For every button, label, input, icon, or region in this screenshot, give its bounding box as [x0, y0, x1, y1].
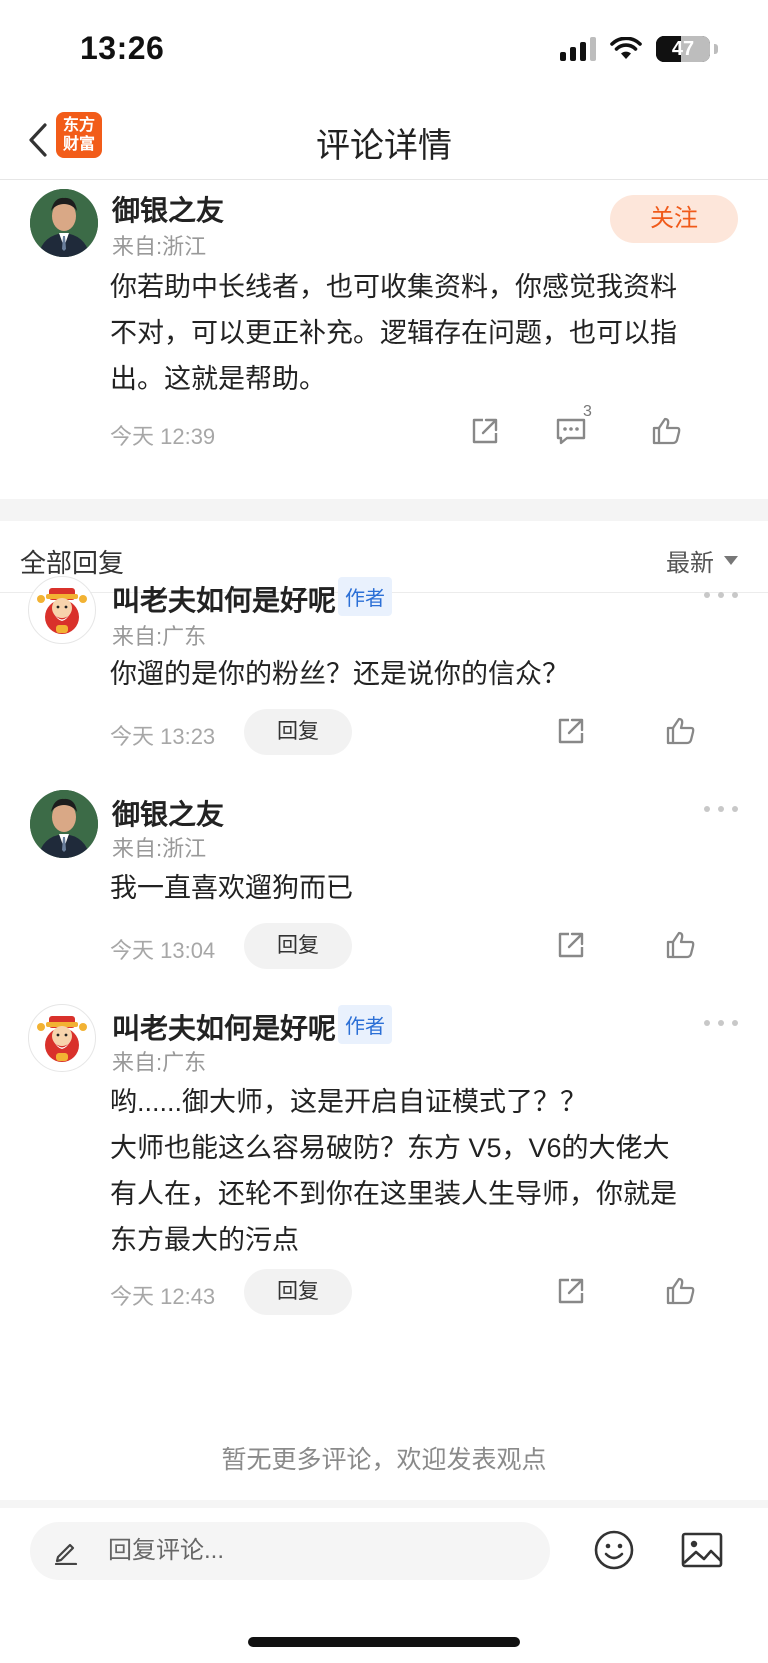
reply-line: 我一直喜欢遛狗而已: [110, 873, 353, 903]
reply-button[interactable]: 回复: [244, 1269, 352, 1315]
image-button[interactable]: [680, 1530, 724, 1570]
reply-line: 有人在，还轮不到你在这里装人生导师，你就是: [110, 1179, 677, 1209]
thumbs-up-icon: [666, 717, 695, 745]
status-bar: 13:26 47: [0, 0, 768, 100]
pencil-icon: [54, 1543, 78, 1565]
status-time: 13:26: [80, 30, 165, 66]
person-avatar-icon: [30, 790, 98, 858]
thumbs-up-icon: [666, 931, 695, 959]
author-name[interactable]: 叫老夫如何是好呢: [112, 579, 336, 619]
reply-text: 你遛的是你的粉丝？还是说你的信众？: [110, 651, 569, 697]
caret-down-icon: [724, 556, 738, 565]
more-options-button[interactable]: [704, 588, 738, 602]
sort-label: 最新: [666, 550, 714, 577]
like-button[interactable]: [648, 412, 686, 450]
avatar[interactable]: [30, 189, 98, 257]
battery-nub: [714, 44, 718, 54]
avatar[interactable]: [30, 790, 98, 858]
reply-input[interactable]: [108, 1522, 528, 1580]
smiley-icon: [594, 1530, 634, 1570]
section-divider: [0, 499, 768, 521]
status-icons: 47: [560, 36, 718, 62]
comment-line: 出。这就是帮助。: [110, 364, 326, 394]
home-indicator[interactable]: [248, 1637, 520, 1647]
sort-dropdown[interactable]: 最新: [666, 543, 738, 578]
fortune-god-avatar-icon: [37, 1016, 87, 1062]
wifi-icon: [610, 37, 642, 59]
share-icon: [558, 932, 584, 958]
author-tag: 作者: [338, 1005, 392, 1044]
reply-count-badge: 3: [583, 403, 592, 420]
author-location: 来自:浙江: [112, 234, 207, 259]
share-icon: [558, 1278, 584, 1304]
comment-text: 你若助中长线者，也可收集资料，你感觉我资料 不对，可以更正补充。逻辑存在问题，也…: [110, 264, 677, 402]
reply-item: 御银之友 来自:浙江 我一直喜欢遛狗而已 今天 13:04 回复: [0, 790, 768, 990]
emoji-button[interactable]: [592, 1528, 636, 1572]
author-name[interactable]: 御银之友: [112, 189, 224, 229]
share-button[interactable]: [552, 926, 590, 964]
more-options-button[interactable]: [704, 1016, 738, 1030]
reply-line: 你遛的是你的粉丝？还是说你的信众？: [110, 659, 569, 689]
author-location: 来自:广东: [112, 1050, 207, 1075]
reply-time: 今天 13:04: [110, 938, 216, 963]
nav-bar: 东方 财富 评论详情: [0, 100, 768, 180]
battery-level: 47: [671, 37, 695, 60]
author-tag: 作者: [338, 577, 392, 616]
comment-time: 今天 12:39: [110, 424, 216, 449]
replies-title: 全部回复: [20, 548, 125, 578]
reply-item: 叫老夫如何是好呢 作者 来自:广东 你遛的是你的粉丝？还是说你的信众？ 今天 1…: [0, 576, 768, 776]
cellular-signal-icon: [560, 37, 596, 61]
reply-item: 叫老夫如何是好呢 作者 来自:广东 哟......御大师，这是开启自证模式了？？…: [0, 1004, 768, 1354]
reply-line: 大师也能这么容易破防？东方 V5，V6的大佬大: [110, 1133, 670, 1163]
image-icon: [681, 1532, 723, 1568]
like-button[interactable]: [662, 1272, 700, 1310]
reply-button[interactable]: 回复: [244, 709, 352, 755]
reply-time: 今天 13:23: [110, 724, 216, 749]
share-button[interactable]: [552, 712, 590, 750]
share-icon: [472, 418, 498, 444]
share-icon: [558, 718, 584, 744]
reply-line: 哟......御大师，这是开启自证模式了？？: [110, 1087, 588, 1117]
reply-button[interactable]: 回复: [244, 923, 352, 969]
person-avatar-icon: [30, 189, 98, 257]
avatar[interactable]: [28, 1004, 96, 1072]
battery-icon: 47: [656, 36, 710, 62]
thumbs-up-icon: [666, 1277, 695, 1305]
reply-composer[interactable]: [30, 1522, 550, 1580]
author-name[interactable]: 御银之友: [112, 793, 224, 833]
bottom-divider: [0, 1500, 768, 1508]
reply-line: 东方最大的污点: [110, 1225, 299, 1255]
reply-text: 我一直喜欢遛狗而已: [110, 865, 353, 911]
author-location: 来自:广东: [112, 624, 207, 649]
main-comment: 御银之友 来自:浙江 关注 你若助中长线者，也可收集资料，你感觉我资料 不对，可…: [0, 181, 768, 499]
thumbs-up-icon: [652, 417, 681, 445]
fortune-god-avatar-icon: [37, 588, 87, 634]
share-button[interactable]: [466, 412, 504, 450]
more-options-button[interactable]: [704, 802, 738, 816]
reply-text: 哟......御大师，这是开启自证模式了？？ 大师也能这么容易破防？东方 V5，…: [110, 1079, 677, 1263]
like-button[interactable]: [662, 712, 700, 750]
page-title: 评论详情: [316, 127, 452, 165]
follow-button[interactable]: 关注: [610, 195, 738, 243]
share-button[interactable]: [552, 1272, 590, 1310]
no-more-comments-notice: 暂无更多评论，欢迎发表观点: [221, 1446, 547, 1474]
comment-line: 你若助中长线者，也可收集资料，你感觉我资料: [110, 272, 677, 302]
avatar[interactable]: [28, 576, 96, 644]
reply-time: 今天 12:43: [110, 1284, 216, 1309]
author-location: 来自:浙江: [112, 836, 207, 861]
author-name[interactable]: 叫老夫如何是好呢: [112, 1007, 336, 1047]
comment-line: 不对，可以更正补充。逻辑存在问题，也可以指: [110, 318, 677, 348]
like-button[interactable]: [662, 926, 700, 964]
